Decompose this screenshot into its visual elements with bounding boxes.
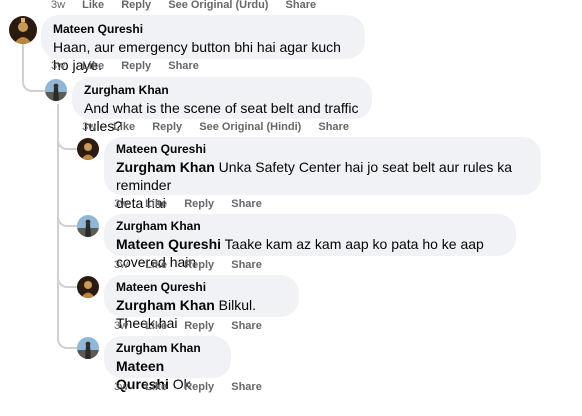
share-button[interactable]: Share <box>286 0 317 11</box>
share-button[interactable]: Share <box>318 121 349 133</box>
reply-button[interactable]: Reply <box>184 198 214 210</box>
avatar-mateen-qureshi[interactable] <box>77 276 99 298</box>
reply-button[interactable]: Reply <box>121 0 151 11</box>
comment-time[interactable]: 3w <box>114 198 128 210</box>
avatar-mateen-qureshi[interactable] <box>77 138 99 160</box>
comment-actions: 3w Like Reply See Original (Hindi) Share <box>82 120 363 134</box>
comment-actions-top: 3w Like Reply See Original (Urdu) Share <box>51 0 330 12</box>
comment-bubble: Zurgham Khan Mateen Qureshi Taake kam az… <box>104 214 516 270</box>
avatar-image <box>9 16 37 44</box>
comment-time[interactable]: 3w <box>51 60 65 72</box>
like-button[interactable]: Like <box>145 198 167 210</box>
mention-link[interactable]: Zurgham Khan <box>116 297 215 313</box>
comment-author[interactable]: Zurgham Khan <box>84 82 360 98</box>
thread-line-main <box>22 42 24 72</box>
comment-author[interactable]: Zurgham Khan <box>116 340 219 356</box>
comment-bubble: Zurgham Khan Mateen Qureshi Ok <box>104 336 231 392</box>
like-button[interactable]: Like <box>145 320 167 332</box>
share-button[interactable]: Share <box>231 381 262 393</box>
avatar-image <box>77 276 99 298</box>
share-button[interactable]: Share <box>231 320 262 332</box>
like-button[interactable]: Like <box>145 259 167 271</box>
avatar-mateen-qureshi[interactable] <box>9 16 37 44</box>
mention-link[interactable]: Zurgham Khan <box>116 159 215 175</box>
comment-bubble: Mateen Qureshi Haan, aur emergency butto… <box>41 15 365 73</box>
thread-curve-reply1 <box>57 135 79 150</box>
thread-curve-reply4 <box>57 334 79 349</box>
reply-button[interactable]: Reply <box>184 381 214 393</box>
avatar-image <box>45 79 67 101</box>
comment-actions: 3w Like Reply Share <box>114 380 276 394</box>
share-button[interactable]: Share <box>231 259 262 271</box>
comment-author[interactable]: Mateen Qureshi <box>53 21 353 37</box>
share-button[interactable]: Share <box>231 198 262 210</box>
avatar-image <box>77 138 99 160</box>
avatar-zurgham-khan[interactable] <box>77 337 99 359</box>
like-button[interactable]: Like <box>82 0 104 11</box>
share-button[interactable]: Share <box>168 60 199 72</box>
comment-actions: 3w Like Reply Share <box>114 197 276 211</box>
like-button[interactable]: Like <box>82 60 104 72</box>
like-button[interactable]: Like <box>145 381 167 393</box>
reply-button[interactable]: Reply <box>184 259 214 271</box>
thread-curve-level1 <box>22 70 46 92</box>
comment-thread: 3w Like Reply See Original (Urdu) Share … <box>0 0 582 416</box>
avatar-image <box>77 337 99 359</box>
reply-button[interactable]: Reply <box>184 320 214 332</box>
comment-actions: 3w Like Reply Share <box>51 59 213 73</box>
comment-actions: 3w Like Reply Share <box>114 258 276 272</box>
thread-curve-reply2 <box>57 212 79 227</box>
reply-button[interactable]: Reply <box>152 121 182 133</box>
see-original-button[interactable]: See Original (Urdu) <box>168 0 268 11</box>
comment-actions: 3w Like Reply Share <box>114 319 276 333</box>
avatar-image <box>77 215 99 237</box>
comment-bubble: Zurgham Khan And what is the scene of se… <box>72 77 372 134</box>
mention-link[interactable]: Mateen Qureshi <box>116 236 221 252</box>
comment-time[interactable]: 3w <box>114 320 128 332</box>
see-original-button[interactable]: See Original (Hindi) <box>199 121 301 133</box>
comment-time[interactable]: 3w <box>82 121 96 133</box>
comment-author[interactable]: Mateen Qureshi <box>116 141 529 157</box>
reply-button[interactable]: Reply <box>121 60 151 72</box>
thread-curve-reply3 <box>57 273 79 288</box>
comment-author[interactable]: Zurgham Khan <box>116 218 504 234</box>
like-button[interactable]: Like <box>113 121 135 133</box>
comment-time[interactable]: 3w <box>114 259 128 271</box>
avatar-zurgham-khan[interactable] <box>45 79 67 101</box>
avatar-zurgham-khan[interactable] <box>77 215 99 237</box>
comment-author[interactable]: Mateen Qureshi <box>116 279 287 295</box>
comment-time[interactable]: 3w <box>114 381 128 393</box>
comment-time[interactable]: 3w <box>51 0 65 11</box>
comment-bubble: Mateen Qureshi Zurgham Khan Unka Safety … <box>104 137 541 211</box>
comment-bubble: Mateen Qureshi Zurgham Khan Bilkul. Thee… <box>104 275 299 331</box>
